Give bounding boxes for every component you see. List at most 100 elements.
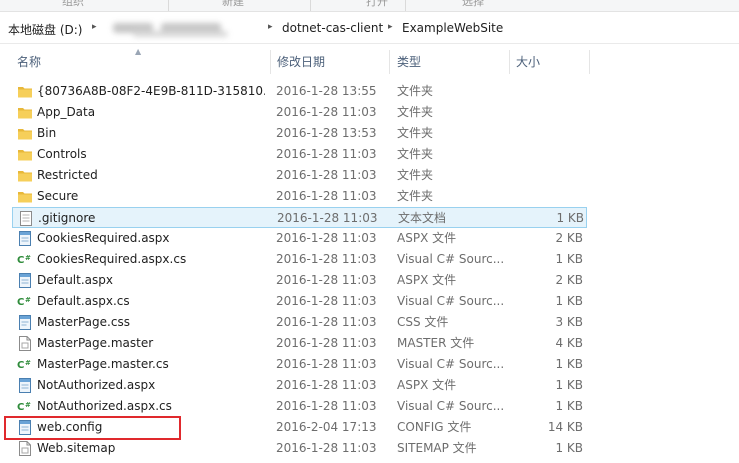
file-type: ASPX 文件	[397, 273, 457, 287]
file-row[interactable]: MasterPage.master 2016-1-28 11:03 MASTER 文…	[12, 333, 587, 354]
file-row[interactable]: C # NotAuthorized.aspx.cs 2016-1-28 11:03 Vi…	[12, 396, 587, 417]
file-row-selected[interactable]: .gitignore 2016-1-28 11:03 文本文档 1 KB	[12, 207, 587, 228]
file-name: Controls	[37, 147, 87, 161]
folder-icon	[17, 189, 33, 204]
file-name: Default.aspx.cs	[37, 294, 130, 308]
file-modified-date: 2016-1-28 11:03	[276, 189, 377, 203]
file-row[interactable]: Restricted 2016-1-28 11:03 文件夹	[12, 165, 587, 186]
file-type: 文件夹	[397, 126, 434, 140]
folder-icon	[17, 84, 33, 99]
chevron-right-icon[interactable]: ▸	[388, 22, 393, 32]
ribbon-divider	[168, 0, 169, 11]
column-divider[interactable]	[389, 50, 390, 74]
svg-text:#: #	[25, 359, 31, 367]
folder-icon	[17, 126, 33, 141]
svg-text:#: #	[25, 254, 31, 262]
file-name: CookiesRequired.aspx	[37, 231, 170, 245]
file-row[interactable]: C # Default.aspx.cs 2016-1-28 11:03 Visual C…	[12, 291, 587, 312]
file-name: CookiesRequired.aspx.cs	[37, 252, 187, 266]
file-type: MASTER 文件	[397, 336, 475, 350]
column-divider[interactable]	[270, 50, 271, 74]
file-row[interactable]: MasterPage.css 2016-1-28 11:03 CSS 文件 3 KB	[12, 312, 587, 333]
ribbon-select-label[interactable]: 选择	[462, 0, 484, 9]
file-type: CONFIG 文件	[397, 420, 472, 434]
file-name: {80736A8B-08F2-4E9B-811D-315810...	[37, 84, 265, 98]
file-row[interactable]: Default.aspx 2016-1-28 11:03 ASPX 文件 2 KB	[12, 270, 587, 291]
file-name: NotAuthorized.aspx	[37, 378, 156, 392]
file-modified-date: 2016-1-28 11:03	[276, 147, 377, 161]
file-size: 2 KB	[555, 231, 583, 245]
file-modified-date: 2016-1-28 11:03	[276, 441, 377, 455]
file-name: MasterPage.master.cs	[37, 357, 169, 371]
column-divider[interactable]	[589, 50, 590, 74]
file-modified-date: 2016-1-28 11:03	[276, 105, 377, 119]
file-size: 1 KB	[555, 294, 583, 308]
file-name: .gitignore	[38, 211, 96, 225]
file-row[interactable]: C # CookiesRequired.aspx.cs 2016-1-28 11:03…	[12, 249, 587, 270]
file-modified-date: 2016-1-28 11:03	[276, 315, 377, 329]
file-row[interactable]: Web.sitemap 2016-1-28 11:03 SITEMAP 文件 1 KB	[12, 438, 587, 459]
file-row[interactable]: Secure 2016-1-28 11:03 文件夹	[12, 186, 587, 207]
ribbon-divider	[405, 0, 406, 11]
file-size	[517, 102, 583, 123]
file-type: Visual C# Sourc...	[397, 294, 505, 308]
file-modified-date: 2016-1-28 11:03	[276, 252, 377, 266]
column-date-header[interactable]: 修改日期	[277, 48, 325, 76]
file-type: 文件夹	[397, 189, 434, 203]
svg-text:#: #	[25, 401, 31, 409]
file-row[interactable]: {80736A8B-08F2-4E9B-811D-315810... 2016-1…	[12, 81, 587, 102]
ribbon-divider	[310, 0, 311, 11]
file-name: Bin	[37, 126, 57, 140]
file-size: 1 KB	[555, 252, 583, 266]
chevron-right-icon[interactable]: ▸	[92, 22, 97, 32]
file-size: 14 KB	[547, 420, 583, 434]
css-file-icon	[17, 315, 33, 330]
svg-text:C: C	[17, 402, 24, 413]
file-size	[517, 144, 583, 165]
breadcrumb-examplewebsite[interactable]: ExampleWebSite	[402, 21, 503, 35]
address-bar[interactable]: 本地磁盘 (D:) ▸ ▸ dotnet-cas-client ▸ Exampl…	[0, 13, 739, 44]
file-row[interactable]: C # MasterPage.master.cs 2016-1-28 11:03 Vis…	[12, 354, 587, 375]
file-name: Restricted	[37, 168, 98, 182]
file-name: NotAuthorized.aspx.cs	[37, 399, 172, 413]
csharp-file-icon: C #	[17, 399, 33, 414]
aspx-file-icon	[17, 231, 33, 246]
file-modified-date: 2016-1-28 13:55	[276, 84, 377, 98]
file-size: 1 KB	[555, 399, 583, 413]
ribbon-organize-label[interactable]: 组织	[62, 0, 84, 9]
aspx-file-icon	[17, 378, 33, 393]
folder-icon	[17, 105, 33, 120]
file-row[interactable]: Controls 2016-1-28 11:03 文件夹	[12, 144, 587, 165]
file-size	[517, 123, 583, 144]
file-size: 4 KB	[555, 336, 583, 350]
chevron-right-icon[interactable]: ▸	[268, 22, 273, 32]
breadcrumb-dotnet-cas-client[interactable]: dotnet-cas-client	[282, 21, 383, 35]
file-modified-date: 2016-1-28 13:53	[276, 126, 377, 140]
column-type-header[interactable]: 类型	[397, 48, 421, 76]
file-name: MasterPage.master	[37, 336, 154, 350]
csharp-file-icon: C #	[17, 357, 33, 372]
column-size-header[interactable]: 大小	[516, 48, 540, 76]
file-row[interactable]: NotAuthorized.aspx 2016-1-28 11:03 ASPX 文件…	[12, 375, 587, 396]
svg-text:C: C	[17, 255, 24, 266]
file-modified-date: 2016-1-28 11:03	[276, 168, 377, 182]
redacted-breadcrumb	[103, 19, 253, 39]
file-name: MasterPage.css	[37, 315, 130, 329]
file-row[interactable]: CookiesRequired.aspx 2016-1-28 11:03 ASPX …	[12, 228, 587, 249]
file-size: 1 KB	[556, 211, 584, 225]
file-type: Visual C# Sourc...	[397, 399, 505, 413]
column-divider[interactable]	[509, 50, 510, 74]
file-type: 文件夹	[397, 147, 434, 161]
csharp-file-icon: C #	[17, 294, 33, 309]
file-size: 1 KB	[555, 357, 583, 371]
file-row[interactable]: Bin 2016-1-28 13:53 文件夹	[12, 123, 587, 144]
ribbon-new-label[interactable]: 新建	[222, 0, 244, 9]
breadcrumb-drive[interactable]: 本地磁盘 (D:)	[8, 21, 82, 38]
file-name: Secure	[37, 189, 79, 203]
ribbon-open-label[interactable]: 打开	[366, 0, 388, 9]
file-size: 3 KB	[555, 315, 583, 329]
file-size	[517, 165, 583, 186]
file-row[interactable]: App_Data 2016-1-28 11:03 文件夹	[12, 102, 587, 123]
column-name-header[interactable]: 名称	[17, 48, 41, 76]
csharp-file-icon: C #	[17, 252, 33, 267]
